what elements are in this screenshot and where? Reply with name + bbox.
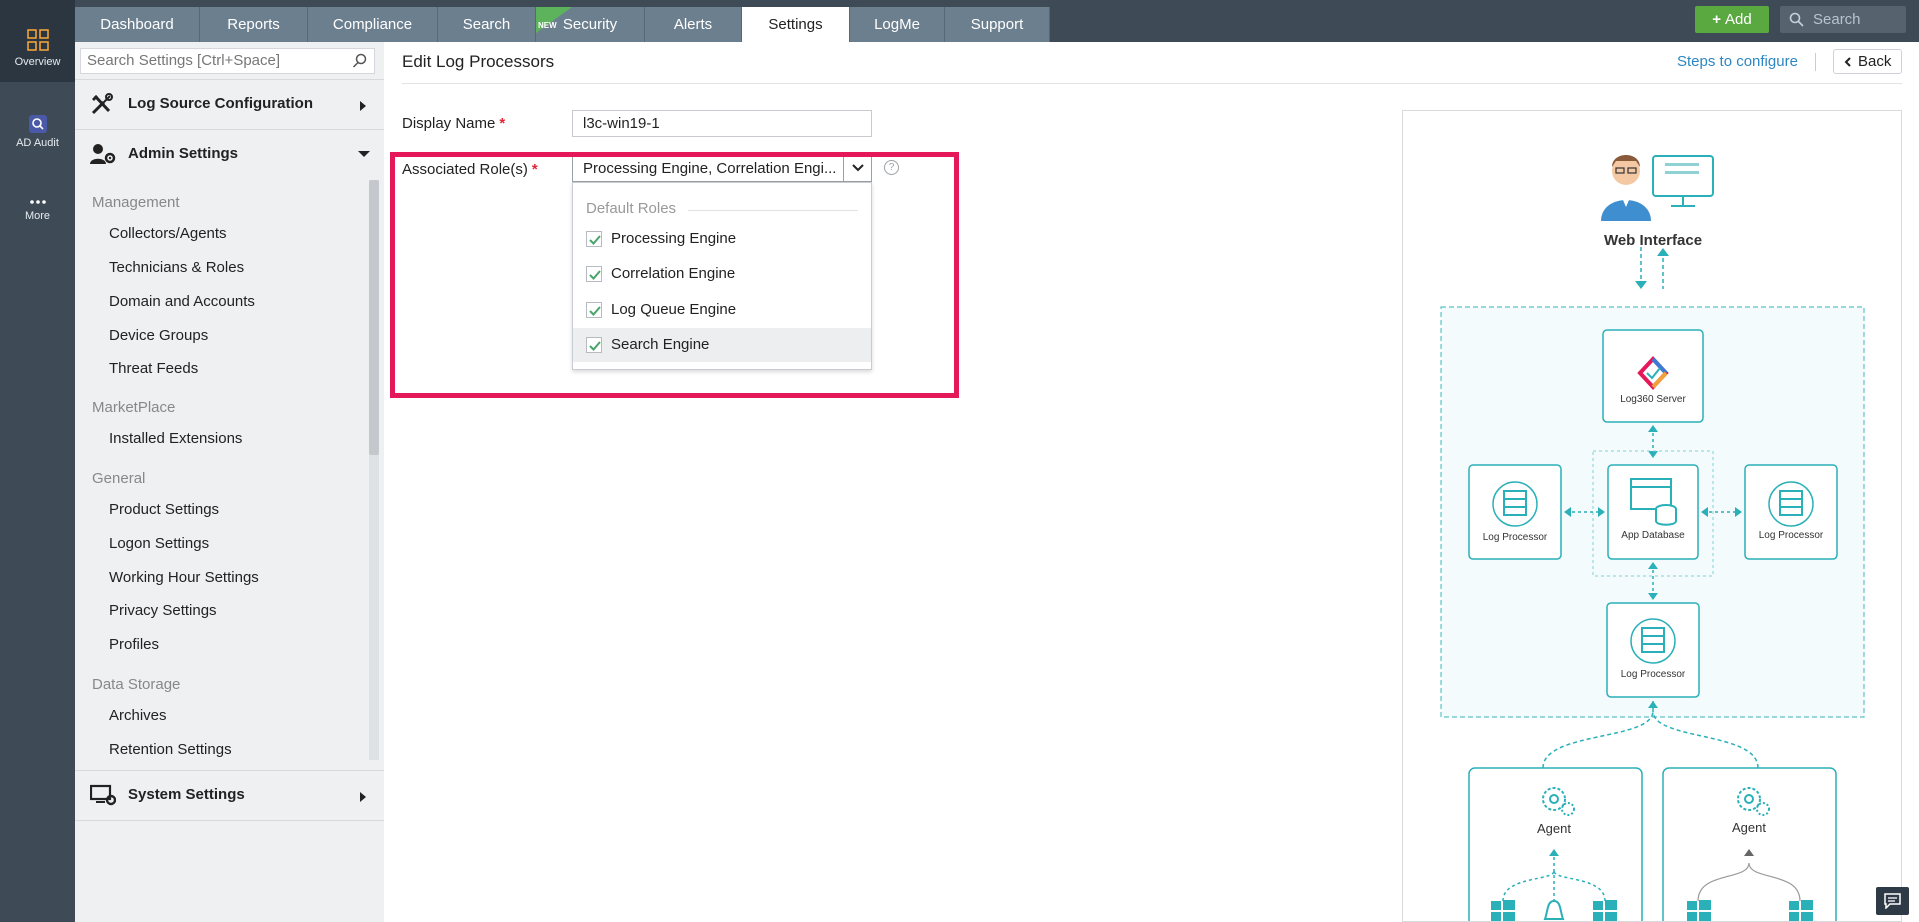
tab-label: Search (462, 16, 511, 33)
settings-search-placeholder: Search Settings [Ctrl+Space] (87, 52, 281, 69)
tab-alerts[interactable]: Alerts (645, 7, 742, 42)
group-marketplace: MarketPlace (92, 399, 176, 416)
tab-dashboard[interactable]: Dashboard (75, 7, 200, 42)
search-icon (1789, 12, 1804, 27)
chat-icon (1884, 893, 1901, 909)
sidebar-scrollbar-thumb[interactable] (369, 180, 379, 455)
chevron-right-icon (360, 792, 366, 802)
page-title: Edit Log Processors (402, 52, 555, 71)
rail-item-ad-audit[interactable]: AD Audit (0, 115, 75, 165)
add-button[interactable]: + Add (1695, 6, 1769, 33)
tab-compliance[interactable]: Compliance (308, 7, 438, 42)
sidebar-item-retention-settings[interactable]: Retention Settings (109, 741, 232, 758)
sidebar-item-profiles[interactable]: Profiles (109, 636, 159, 653)
overview-grid-icon (26, 29, 49, 51)
plus-icon: + (1712, 11, 1722, 28)
tab-logme[interactable]: LogMe (850, 7, 945, 42)
display-name-field[interactable]: l3c-win19-1 (572, 110, 872, 137)
top-bar: Dashboard Reports Compliance Search NEW … (75, 0, 1919, 42)
agent-label: Agent (1537, 821, 1571, 836)
tab-label: Support (970, 16, 1024, 33)
sidebar-item-logon-settings[interactable]: Logon Settings (109, 535, 209, 552)
log360-server-label: Log360 Server (1620, 394, 1686, 405)
display-name-label-text: Display Name (402, 115, 496, 132)
architecture-diagram: Web Interface Log360 Server Log Processo… (1402, 110, 1902, 922)
tab-label: Reports (227, 16, 280, 33)
search-icon (352, 53, 367, 68)
global-search-placeholder: Search (1813, 11, 1861, 28)
section-system-settings[interactable]: System Settings (75, 770, 384, 820)
section-log-source-configuration[interactable]: Log Source Configuration (75, 79, 384, 129)
tab-security[interactable]: NEW Security (536, 7, 645, 42)
tab-label: Settings (768, 16, 823, 33)
log-processor-label: Log Processor (1758, 530, 1824, 541)
tab-label: Dashboard (100, 16, 174, 33)
log-processor-label: Log Processor (1620, 669, 1686, 680)
section-label: Admin Settings (128, 145, 239, 162)
chevron-left-icon (1844, 57, 1851, 67)
tab-reports[interactable]: Reports (200, 7, 308, 42)
rail-label-ad-audit: AD Audit (16, 137, 59, 149)
sidebar-item-collectors-agents[interactable]: Collectors/Agents (109, 225, 227, 242)
chevron-right-icon (360, 101, 366, 111)
chevron-down-icon (358, 151, 370, 157)
group-management: Management (92, 194, 180, 211)
admin-gear-user-icon (90, 144, 116, 164)
section-admin-settings[interactable]: Admin Settings (75, 129, 384, 179)
back-button[interactable]: Back (1833, 49, 1902, 74)
system-monitor-gear-icon (90, 784, 116, 806)
tab-settings[interactable]: Settings (742, 7, 850, 42)
steps-to-configure-link[interactable]: Steps to configure (1677, 53, 1798, 70)
tools-icon (91, 93, 113, 115)
tab-label: Compliance (332, 16, 413, 33)
rail-item-more[interactable]: More (0, 198, 75, 240)
new-badge-text: NEW (538, 21, 557, 30)
highlight-box (390, 152, 959, 398)
tab-label: LogMe (874, 16, 920, 33)
web-interface-label: Web Interface (1603, 232, 1703, 249)
log-processor-label: Log Processor (1482, 532, 1548, 543)
title-divider (402, 83, 1902, 84)
tab-search[interactable]: Search (438, 7, 536, 42)
header-separator (1815, 53, 1816, 71)
agent-label: Agent (1732, 820, 1766, 835)
sidebar-item-installed-extensions[interactable]: Installed Extensions (109, 430, 242, 447)
sidebar-item-working-hour-settings[interactable]: Working Hour Settings (109, 569, 259, 586)
global-search-input[interactable]: Search (1780, 6, 1906, 33)
sidebar-item-threat-feeds[interactable]: Threat Feeds (109, 360, 198, 377)
back-button-label: Back (1858, 53, 1892, 70)
more-dots-icon (29, 200, 46, 204)
settings-search-input[interactable]: Search Settings [Ctrl+Space] (80, 48, 375, 74)
divider (75, 820, 384, 821)
left-rail: Overview AD Audit More (0, 0, 75, 922)
sidebar-item-technicians-roles[interactable]: Technicians & Roles (109, 259, 244, 276)
display-name-value: l3c-win19-1 (583, 115, 660, 132)
tab-support[interactable]: Support (945, 7, 1050, 42)
required-mark: * (499, 115, 506, 132)
chat-button[interactable] (1876, 887, 1909, 915)
add-button-label: Add (1725, 11, 1752, 28)
main-tabs: Dashboard Reports Compliance Search NEW … (75, 7, 1050, 42)
section-label: Log Source Configuration (128, 95, 313, 112)
sidebar-item-archives[interactable]: Archives (109, 707, 167, 724)
display-name-label: Display Name * (402, 115, 505, 132)
web-interface-illustration (1601, 155, 1714, 221)
section-label: System Settings (128, 786, 245, 803)
sidebar-item-product-settings[interactable]: Product Settings (109, 501, 219, 518)
sidebar-item-domain-accounts[interactable]: Domain and Accounts (109, 293, 255, 310)
rail-label-overview: Overview (14, 56, 61, 68)
group-general: General (92, 470, 146, 487)
sidebar-item-device-groups[interactable]: Device Groups (109, 327, 208, 344)
rail-label-more: More (24, 210, 51, 222)
tab-label: Alerts (673, 16, 713, 33)
group-data-storage: Data Storage (92, 676, 181, 693)
sidebar-item-privacy-settings[interactable]: Privacy Settings (109, 602, 217, 619)
app-database-label: App Database (1621, 530, 1685, 541)
ad-audit-icon (28, 115, 47, 133)
settings-sidebar: Search Settings [Ctrl+Space] Log Source … (75, 42, 384, 922)
rail-item-overview[interactable]: Overview (0, 0, 75, 82)
